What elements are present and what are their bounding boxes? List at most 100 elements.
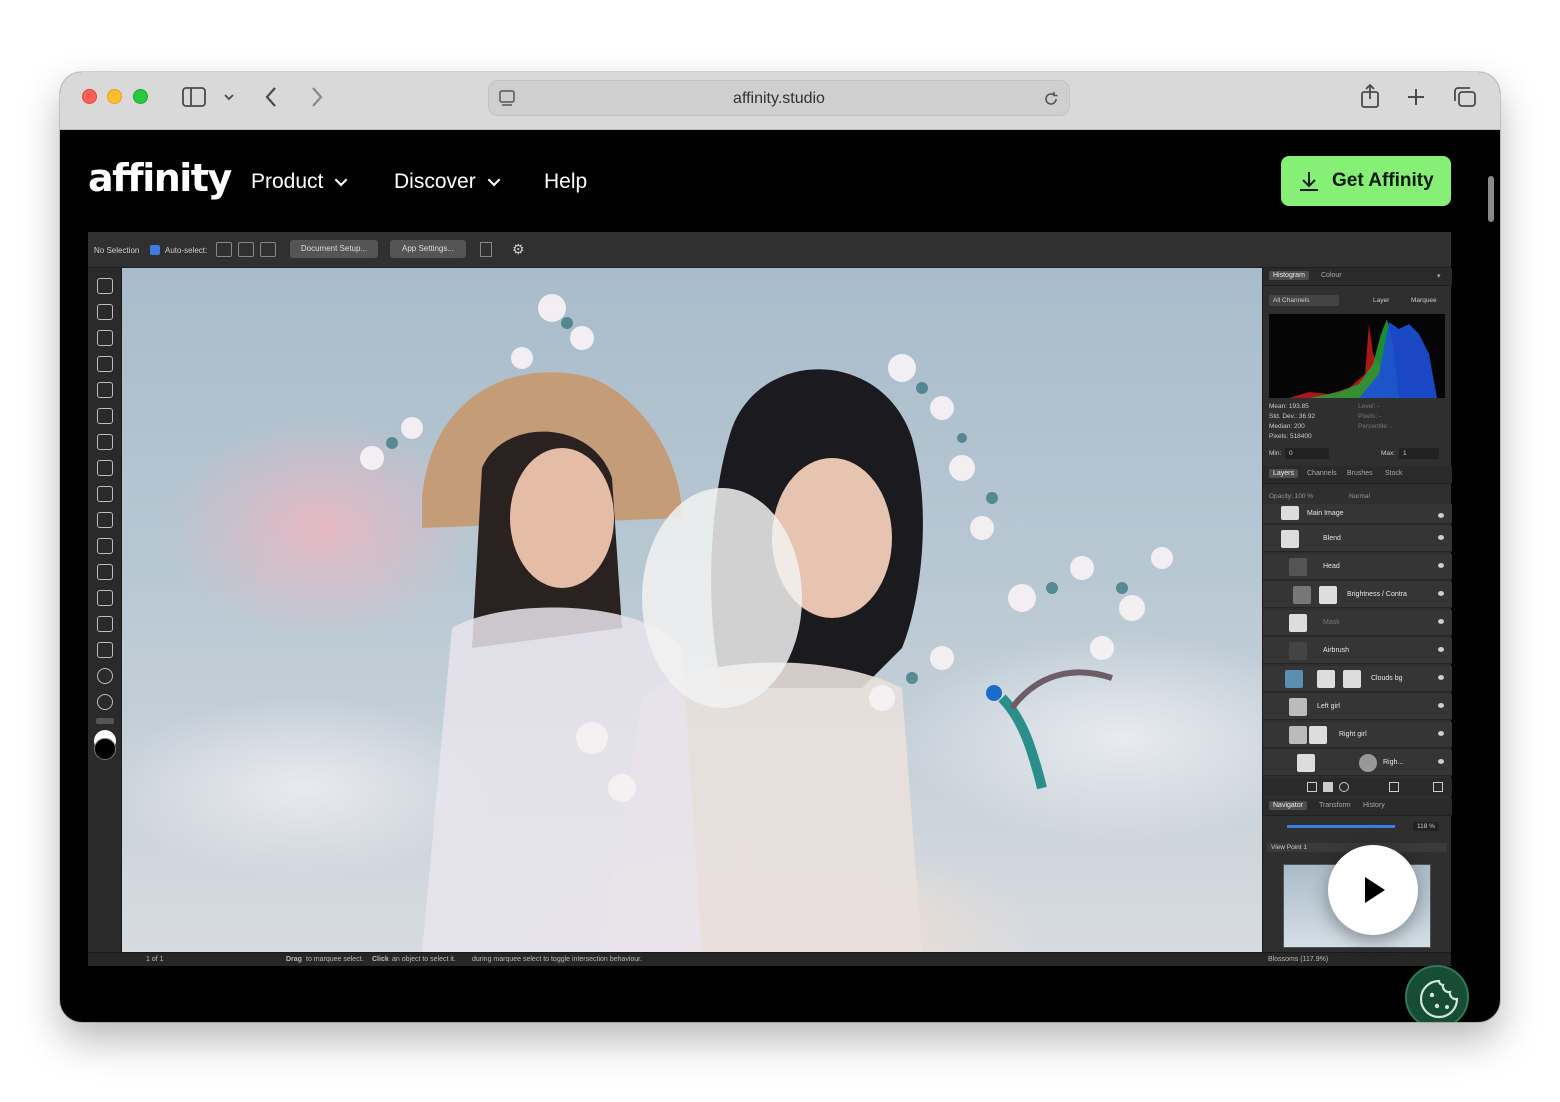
visibility-icon[interactable]: [1438, 675, 1444, 680]
visibility-icon[interactable]: [1438, 563, 1444, 568]
more-tools-icon[interactable]: [96, 718, 114, 724]
visibility-icon[interactable]: [1438, 731, 1444, 736]
fx-icon[interactable]: [1307, 782, 1317, 792]
visibility-icon[interactable]: [1438, 535, 1444, 540]
opacity-field[interactable]: Opacity: 100 %: [1269, 493, 1313, 500]
hint-drag-text: to marquee select.: [306, 956, 364, 963]
maximize-window-button[interactable]: [133, 89, 148, 104]
histogram-graph: [1269, 314, 1445, 398]
shape-tool-icon[interactable]: [97, 590, 113, 606]
stat-pixels: Pixels: 518400: [1269, 433, 1312, 440]
flood-select-icon[interactable]: [97, 382, 113, 398]
visibility-icon[interactable]: [1438, 703, 1444, 708]
grid-icon[interactable]: [480, 242, 492, 257]
cookie-settings-button[interactable]: [1405, 965, 1469, 1022]
layer-row[interactable]: Mask: [1263, 610, 1452, 636]
nav-product[interactable]: Product: [251, 170, 348, 194]
share-icon[interactable]: [1360, 83, 1380, 109]
layer-row[interactable]: Brightness / Contra: [1263, 582, 1452, 608]
back-icon[interactable]: [264, 86, 278, 108]
copy-icon[interactable]: [260, 242, 276, 257]
blend-mode-select[interactable]: Normal: [1349, 493, 1370, 500]
zoom-tool-icon[interactable]: [97, 694, 113, 710]
min-field[interactable]: 0: [1285, 448, 1329, 459]
move-tool-icon[interactable]: [97, 278, 113, 294]
affinity-logo[interactable]: affinity: [88, 156, 232, 200]
nav-help[interactable]: Help: [544, 170, 587, 194]
tab-channels[interactable]: Channels: [1307, 470, 1337, 477]
channel-select[interactable]: All Channels: [1269, 295, 1339, 306]
marquee-option[interactable]: Marquee: [1411, 297, 1437, 304]
hand-tool-icon[interactable]: [97, 668, 113, 684]
visibility-icon[interactable]: [1438, 647, 1444, 652]
layer-option[interactable]: Layer: [1373, 297, 1389, 304]
url-text: affinity.studio: [733, 90, 825, 107]
pen-tool-icon[interactable]: [97, 564, 113, 580]
layer-row[interactable]: Clouds bg: [1263, 666, 1452, 692]
layer-row[interactable]: Righ...: [1263, 750, 1452, 776]
layer-row[interactable]: Head: [1263, 554, 1452, 580]
gear-icon[interactable]: ⚙: [512, 241, 525, 258]
duplicate-icon[interactable]: [238, 242, 254, 257]
visibility-icon[interactable]: [1438, 759, 1444, 764]
selection-brush-icon[interactable]: [97, 330, 113, 346]
group-icon[interactable]: [1389, 782, 1399, 792]
marquee-tool-icon[interactable]: [97, 356, 113, 372]
layer-row[interactable]: Right girl: [1263, 722, 1452, 748]
tab-colour[interactable]: Colour: [1321, 272, 1342, 279]
crop-tool-icon[interactable]: [97, 304, 113, 320]
chevron-down-icon[interactable]: [223, 92, 235, 102]
mask-icon[interactable]: [1323, 782, 1333, 792]
forward-icon[interactable]: [310, 86, 324, 108]
visibility-icon[interactable]: [1438, 591, 1444, 596]
document-setup-button[interactable]: Document Setup...: [290, 240, 378, 258]
tab-history[interactable]: History: [1363, 802, 1385, 809]
address-bar[interactable]: affinity.studio: [488, 80, 1070, 116]
text-tool-icon[interactable]: [97, 616, 113, 632]
select-mode-icon[interactable]: [216, 242, 232, 257]
new-tab-icon[interactable]: [1406, 87, 1426, 107]
clone-stamp-icon[interactable]: [97, 512, 113, 528]
nav-discover[interactable]: Discover: [394, 170, 501, 194]
zoom-slider[interactable]: [1287, 825, 1395, 828]
document-canvas[interactable]: [122, 268, 1262, 952]
panel-menu-icon[interactable]: ▾: [1437, 272, 1441, 280]
visibility-icon[interactable]: [1438, 513, 1444, 518]
layer-row[interactable]: Airbrush: [1263, 638, 1452, 664]
play-video-button[interactable]: [1328, 845, 1418, 935]
visibility-icon[interactable]: [1438, 619, 1444, 624]
max-field[interactable]: 1: [1399, 448, 1439, 459]
tab-stock[interactable]: Stock: [1385, 470, 1403, 477]
adjustment-icon[interactable]: [1339, 782, 1349, 792]
tab-layers[interactable]: Layers: [1269, 469, 1299, 478]
layer-row[interactable]: Left girl: [1263, 694, 1452, 720]
cookie-icon: [1419, 979, 1459, 1019]
app-settings-button[interactable]: App Settings...: [390, 240, 466, 258]
pencil-tool-icon[interactable]: [97, 434, 113, 450]
layer-row[interactable]: Blend: [1263, 526, 1452, 552]
close-window-button[interactable]: [82, 89, 97, 104]
paint-brush-icon[interactable]: [97, 408, 113, 424]
page-scrollbar[interactable]: [1488, 176, 1494, 222]
get-affinity-button[interactable]: Get Affinity: [1281, 156, 1451, 206]
tab-overview-icon[interactable]: [1453, 86, 1477, 108]
tab-histogram[interactable]: Histogram: [1269, 271, 1309, 280]
layer-mask-thumbnail: [1359, 754, 1377, 772]
eyedropper-icon[interactable]: [97, 642, 113, 658]
auto-select-checkbox[interactable]: [150, 245, 160, 255]
reload-icon[interactable]: [1042, 90, 1060, 108]
tab-brushes[interactable]: Brushes: [1347, 470, 1373, 477]
layer-thumbnail: [1281, 506, 1299, 520]
trash-icon[interactable]: [1433, 782, 1443, 792]
layer-row[interactable]: Main Image: [1263, 504, 1452, 524]
secondary-color-swatch[interactable]: [94, 738, 116, 760]
dodge-tool-icon[interactable]: [97, 460, 113, 476]
sidebar-toggle-icon[interactable]: [182, 87, 206, 107]
burn-tool-icon[interactable]: [97, 486, 113, 502]
document-name: Blossoms (117.9%): [1268, 956, 1329, 963]
minimize-window-button[interactable]: [107, 89, 122, 104]
tab-navigator[interactable]: Navigator: [1269, 801, 1307, 810]
tab-transform[interactable]: Transform: [1319, 802, 1351, 809]
healing-brush-icon[interactable]: [97, 538, 113, 554]
zoom-field[interactable]: 118 %: [1413, 822, 1439, 831]
